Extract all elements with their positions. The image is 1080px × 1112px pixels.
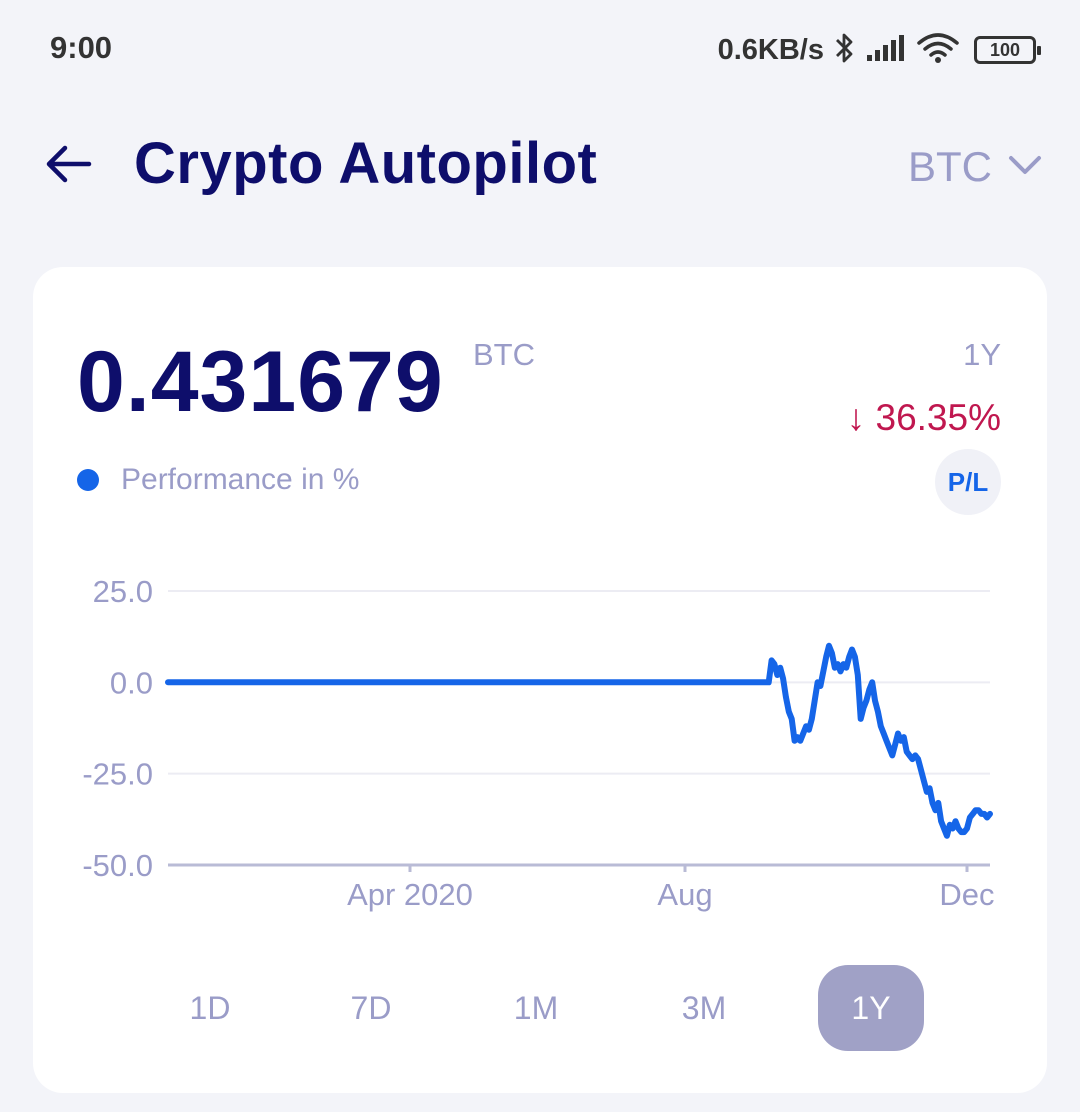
battery-level: 100 xyxy=(989,39,1021,60)
range-button-1d[interactable]: 1D xyxy=(157,965,263,1051)
back-arrow-icon xyxy=(43,142,93,191)
range-button-7d[interactable]: 7D xyxy=(318,965,424,1051)
legend-label: Performance in % xyxy=(121,463,360,496)
status-bar: 9:00 0.6KB/s 100 xyxy=(0,0,1080,100)
range-button-3m[interactable]: 3M xyxy=(651,965,757,1051)
balance-unit: BTC xyxy=(473,337,535,372)
bluetooth-icon xyxy=(834,31,856,70)
status-indicators: 0.6KB/s 100 xyxy=(717,30,1041,70)
y-tick-label: 25.0 xyxy=(93,574,153,609)
legend-dot xyxy=(77,469,99,491)
change-percent: ↓ 36.35% xyxy=(846,397,1001,438)
wifi-icon xyxy=(916,31,960,70)
page-title: Crypto Autopilot xyxy=(134,131,598,196)
performance-card: 0.431679 BTC 1Y ↓ 36.35% Performance in … xyxy=(33,267,1047,1093)
x-tick-label: Apr 2020 xyxy=(347,877,473,912)
status-time: 9:00 xyxy=(50,30,113,65)
back-button[interactable] xyxy=(40,138,96,194)
y-tick-label: -25.0 xyxy=(82,757,153,792)
balance-value: 0.431679 xyxy=(77,334,444,430)
pl-toggle-button[interactable]: P/L xyxy=(935,449,1001,515)
currency-label: BTC xyxy=(908,143,992,190)
chevron-down-icon xyxy=(1008,154,1042,181)
x-tick-label: Dec xyxy=(939,877,994,912)
range-button-1m[interactable]: 1M xyxy=(483,965,589,1051)
time-range-selector: 1D 7D 1M 3M 1Y xyxy=(33,965,1047,1051)
currency-dropdown[interactable]: BTC xyxy=(908,142,1042,192)
x-tick-label: Aug xyxy=(657,877,712,912)
signal-icon xyxy=(866,33,906,68)
y-tick-label: -50.0 xyxy=(82,848,153,883)
battery-icon: 100 xyxy=(974,36,1041,64)
chart-legend: Performance in % xyxy=(77,463,359,497)
performance-chart: 25.0 0.0 -25.0 -50.0 Apr 2020 Aug Dec xyxy=(82,574,994,912)
period-label: 1Y xyxy=(963,337,1001,372)
network-speed: 0.6KB/s xyxy=(717,33,824,66)
range-button-1y[interactable]: 1Y xyxy=(818,965,924,1051)
y-tick-label: 0.0 xyxy=(110,665,153,700)
performance-line xyxy=(165,642,993,839)
app-bar: Crypto Autopilot BTC xyxy=(0,120,1080,210)
